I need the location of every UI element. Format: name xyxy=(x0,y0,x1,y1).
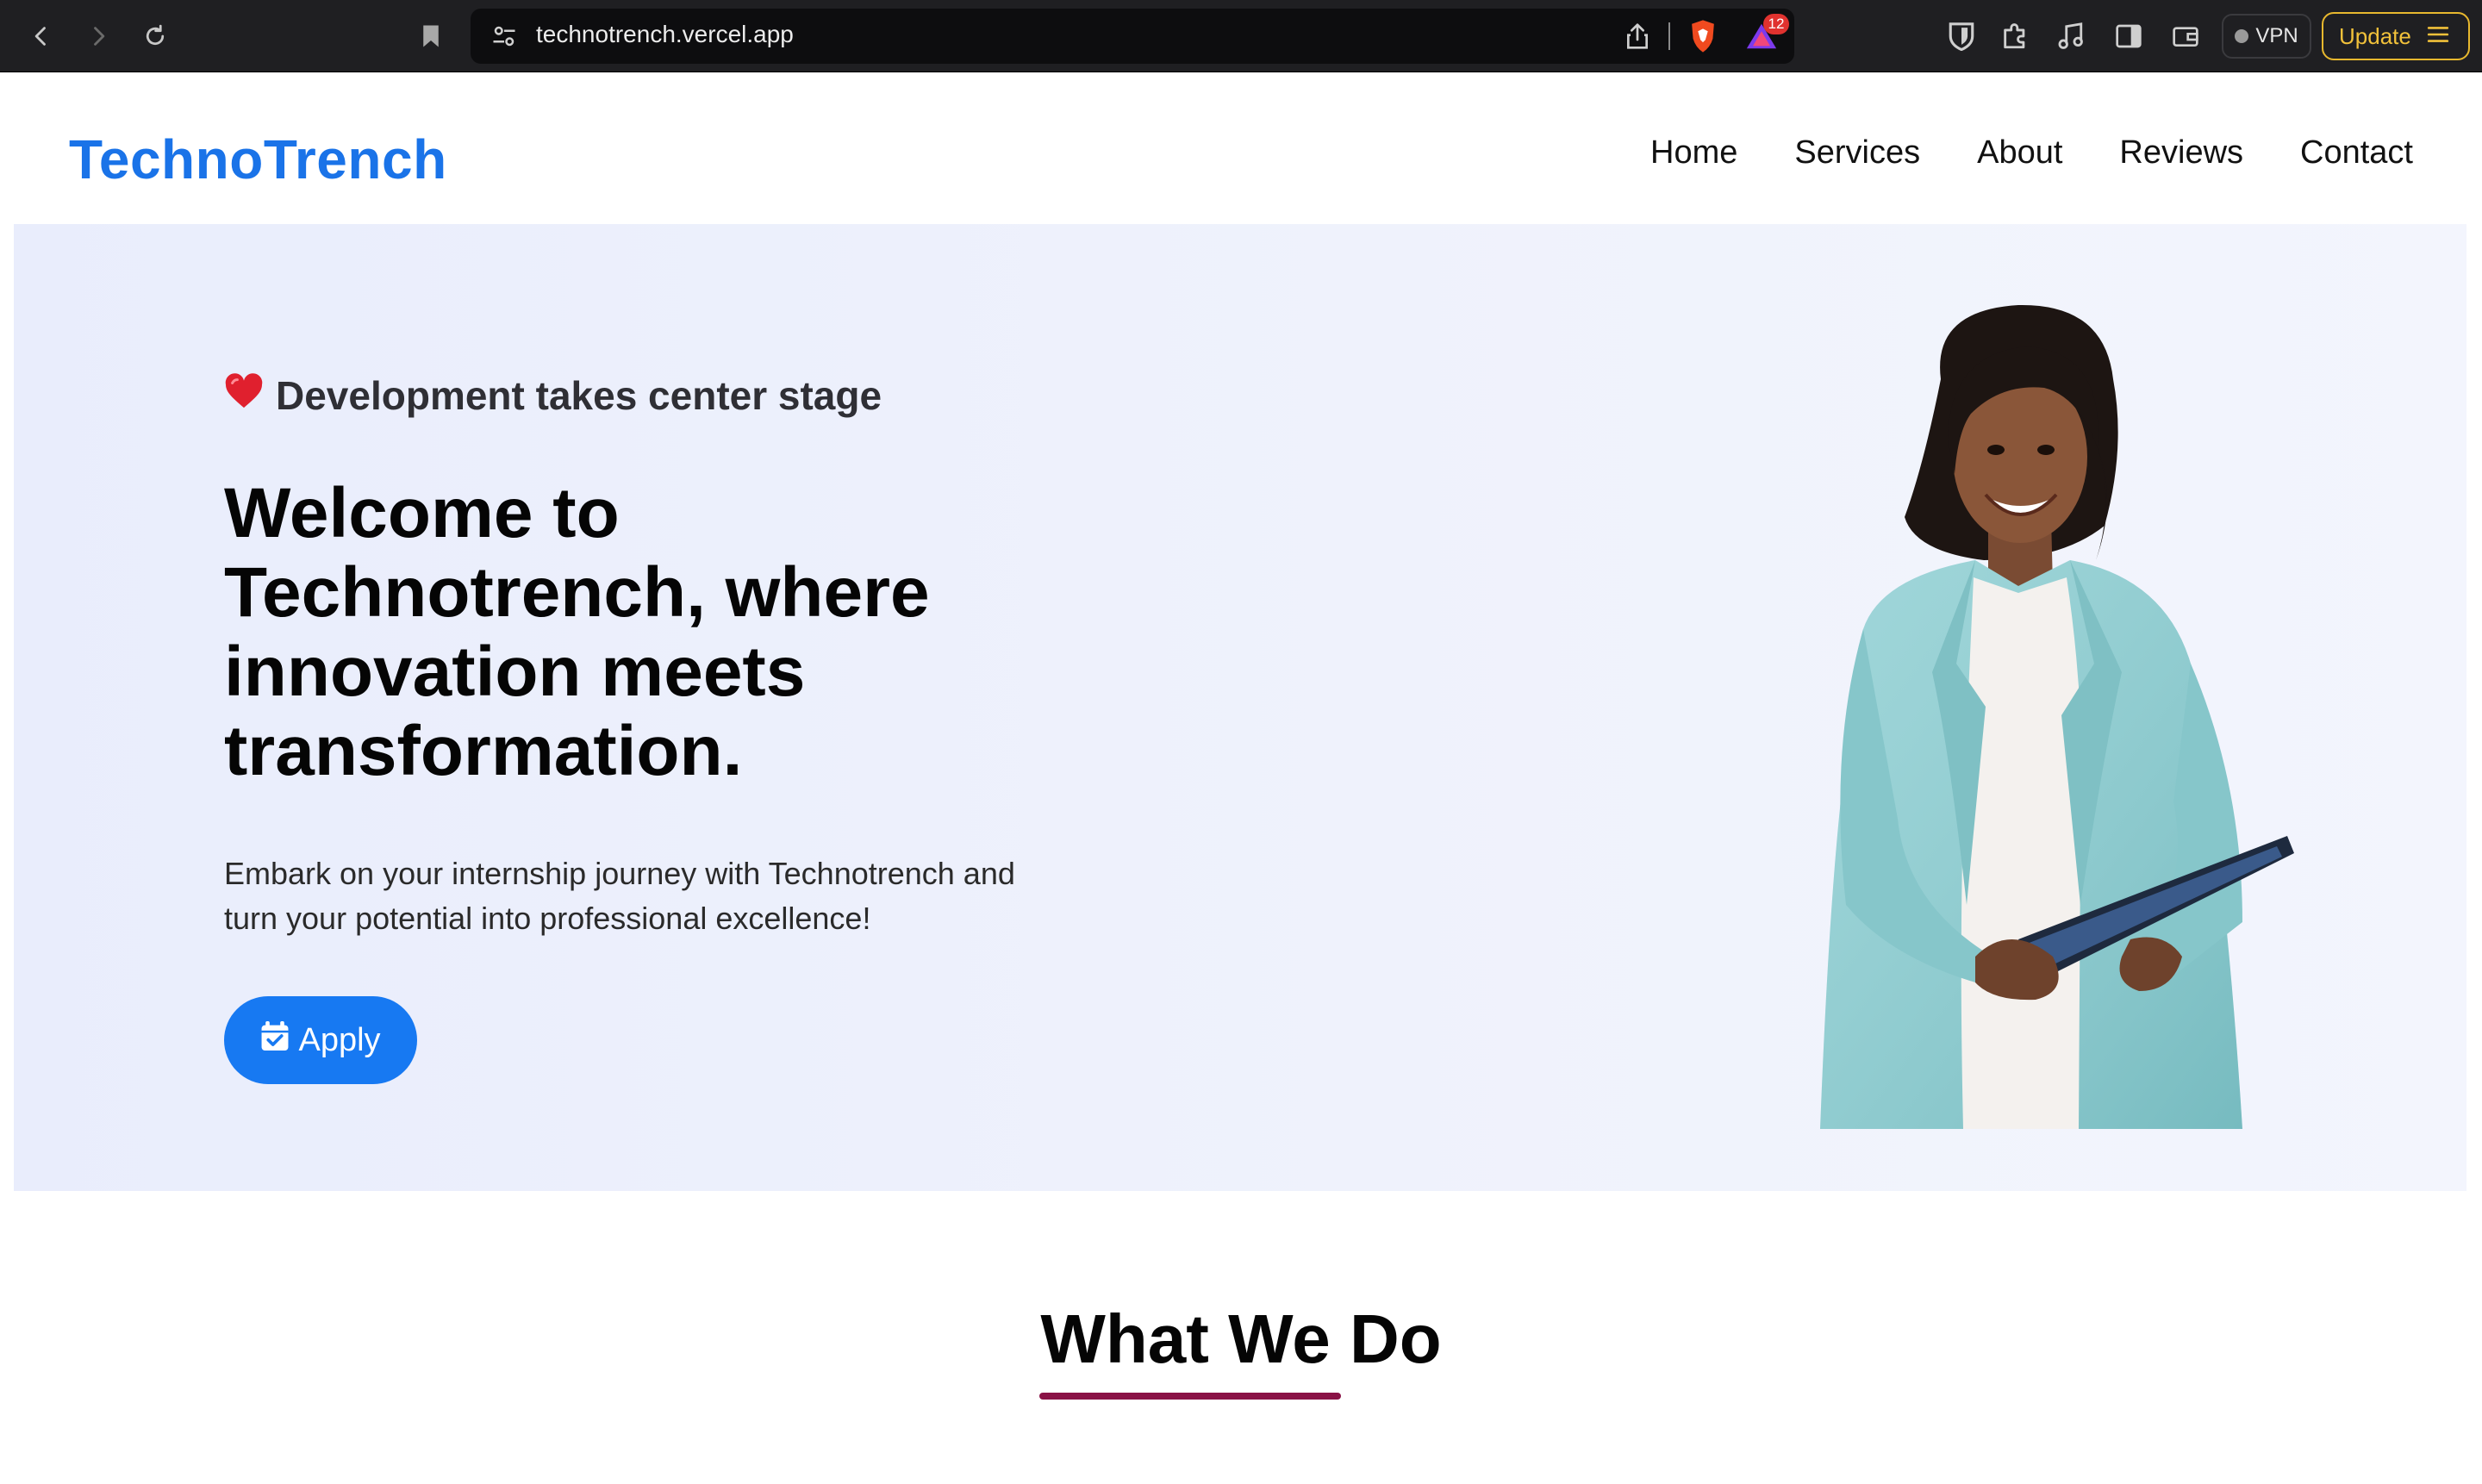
calendar-check-icon xyxy=(260,1019,290,1061)
back-icon[interactable] xyxy=(21,16,62,57)
apply-button[interactable]: Apply xyxy=(224,996,417,1084)
apply-label: Apply xyxy=(298,1021,381,1058)
bookmark-icon[interactable] xyxy=(410,16,452,57)
nav-about[interactable]: About xyxy=(1977,134,2062,171)
heart-icon xyxy=(224,372,264,419)
nav-contact[interactable]: Contact xyxy=(2300,134,2413,171)
nav-reviews[interactable]: Reviews xyxy=(2119,134,2243,171)
site-settings-icon[interactable] xyxy=(491,24,517,53)
menu-icon xyxy=(2427,23,2449,50)
url-text[interactable]: technotrench.vercel.app xyxy=(536,21,794,48)
wallet-icon[interactable] xyxy=(2168,19,2203,53)
update-label: Update xyxy=(2339,22,2411,49)
section-title: What We Do xyxy=(1040,1300,1442,1377)
extensions-icon[interactable] xyxy=(1998,19,2032,53)
bitwarden-icon[interactable] xyxy=(1944,19,1979,53)
address-bar[interactable]: technotrench.vercel.app 12 xyxy=(471,9,1794,64)
rewards-count-badge: 12 xyxy=(1763,14,1789,34)
main-nav: Home Services About Reviews Contact xyxy=(1650,134,2413,171)
sidebar-icon[interactable] xyxy=(2111,19,2146,53)
vpn-button[interactable]: VPN xyxy=(2222,14,2311,59)
forward-icon[interactable] xyxy=(78,16,119,57)
nav-home[interactable]: Home xyxy=(1650,134,1737,171)
tagline-text: Development takes center stage xyxy=(276,373,882,418)
nav-services[interactable]: Services xyxy=(1794,134,1920,171)
hero-section: Development takes center stage Welcome t… xyxy=(14,224,2466,1191)
hero-tagline: Development takes center stage xyxy=(224,372,882,419)
brave-shields-icon[interactable] xyxy=(1687,19,1718,58)
site-header: TechnoTrench Home Services About Reviews… xyxy=(0,72,2482,224)
hero-subtext: Embark on your internship journey with T… xyxy=(224,856,1015,936)
vpn-label: VPN xyxy=(2255,24,2298,47)
vpn-status-icon xyxy=(2235,29,2249,43)
share-icon[interactable] xyxy=(1625,22,1649,54)
hero-person-image xyxy=(1820,304,2294,1129)
browser-toolbar: technotrench.vercel.app 12 VPN Update xyxy=(0,0,2482,72)
section-title-underline xyxy=(1039,1393,1341,1400)
hero-headline: Welcome to Technotrench, where innovatio… xyxy=(224,474,930,790)
site-logo[interactable]: TechnoTrench xyxy=(69,128,447,191)
divider xyxy=(1668,22,1670,50)
reload-icon[interactable] xyxy=(134,16,176,57)
update-button[interactable]: Update xyxy=(2322,12,2470,60)
media-icon[interactable] xyxy=(2053,19,2087,53)
